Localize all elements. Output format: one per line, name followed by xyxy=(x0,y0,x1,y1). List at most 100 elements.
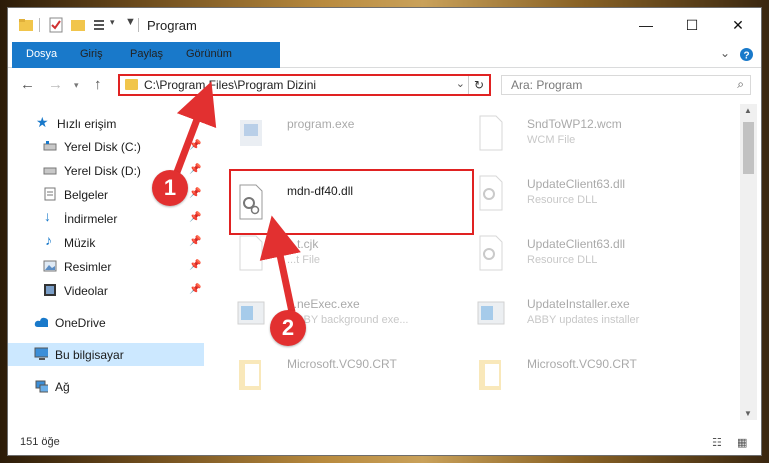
details-view-icon[interactable]: ☷ xyxy=(712,436,722,449)
list-item[interactable]: Microsoft.VC90.CRT xyxy=(455,350,695,400)
svg-text:?: ? xyxy=(743,51,749,62)
search-input[interactable]: Ara: Program ⌕ xyxy=(501,75,751,95)
divider xyxy=(138,18,139,32)
help-icon[interactable]: ? xyxy=(739,47,754,62)
refresh-icon[interactable]: ↻ xyxy=(468,76,489,94)
list-item[interactable]: Microsoft.VC90.CRT xyxy=(215,350,455,400)
pin-icon[interactable]: 📌 xyxy=(189,140,201,151)
sidebar-item-pictures[interactable]: Resimler 📌 xyxy=(8,255,204,278)
pin-icon[interactable]: 📌 xyxy=(189,212,201,223)
list-item[interactable]: ...neExec.exe ...BBY background exe... xyxy=(215,290,455,340)
chevron-down-icon[interactable]: ▼ xyxy=(125,16,136,28)
pin-icon[interactable]: 📌 xyxy=(189,284,201,295)
vertical-scrollbar[interactable]: ▲ ▼ xyxy=(740,104,757,420)
list-item[interactable]: UpdateClient63.dll Resource DLL xyxy=(455,230,695,280)
file-name: UpdateInstaller.exe xyxy=(527,297,630,311)
list-item[interactable]: ...t.cjk ...t File xyxy=(215,230,455,280)
file-name: Microsoft.VC90.CRT xyxy=(527,357,637,371)
drive-icon xyxy=(43,167,57,175)
list-item[interactable]: SndToWP12.wcm WCM File xyxy=(455,110,695,160)
file-type: Resource DLL xyxy=(527,254,598,266)
scrollbar-thumb[interactable] xyxy=(743,122,754,174)
sidebar-item-local-disk-c[interactable]: Yerel Disk (C:) 📌 xyxy=(8,135,204,158)
pin-icon[interactable]: 📌 xyxy=(189,260,201,271)
exe-icon xyxy=(240,120,262,146)
chevron-down-icon[interactable]: ⌄ xyxy=(456,77,465,90)
tab-share[interactable]: Paylaş xyxy=(120,42,173,67)
music-icon: ♪ xyxy=(45,232,52,248)
large-icons-view-icon[interactable]: ▦ xyxy=(737,436,747,449)
cloud-icon xyxy=(34,317,48,327)
sidebar-item-onedrive[interactable]: OneDrive xyxy=(8,311,204,334)
recent-dropdown-icon[interactable]: ▾ xyxy=(74,80,79,91)
status-bar: 151 öğe ☷ ▦ xyxy=(8,431,761,455)
address-bar[interactable]: C:\Program Files\Program Dizini ⌄ ↻ xyxy=(118,74,491,96)
star-icon: ★ xyxy=(36,114,49,130)
list-item[interactable]: UpdateInstaller.exe ABBY updates install… xyxy=(455,290,695,340)
exe-icon xyxy=(477,301,505,325)
item-count: 151 öğe xyxy=(20,436,60,448)
sidebar-item-label: OneDrive xyxy=(55,316,106,330)
minimize-button[interactable]: — xyxy=(623,8,669,42)
sidebar-item-this-pc[interactable]: Bu bilgisayar xyxy=(8,343,204,366)
highlight-box xyxy=(229,169,474,235)
address-bar-row: ← → ▾ ↑ C:\Program Files\Program Dizini … xyxy=(8,68,761,102)
up-arrow-icon[interactable]: ↑ xyxy=(94,76,102,93)
sidebar-item-label: Bu bilgisayar xyxy=(55,348,124,362)
sidebar-item-downloads[interactable]: ↓ İndirmeler 📌 xyxy=(8,207,204,230)
chevron-down-icon[interactable]: ⌄ xyxy=(720,46,730,60)
sidebar-item-label: Yerel Disk (D:) xyxy=(64,164,141,178)
file-name: ...t.cjk xyxy=(287,237,319,251)
file-name: Microsoft.VC90.CRT xyxy=(287,357,397,371)
properties-icon[interactable] xyxy=(48,17,64,33)
list-item[interactable]: program.exe xyxy=(215,110,455,160)
file-icon xyxy=(239,235,263,271)
dll-icon xyxy=(479,235,503,271)
search-icon: ⌕ xyxy=(737,77,744,91)
file-name: UpdateClient63.dll xyxy=(527,237,626,251)
navigation-pane: ★ Hızlı erişim Yerel Disk (C:) 📌 Yerel D… xyxy=(8,104,204,420)
file-name: ...neExec.exe xyxy=(287,297,360,311)
forward-arrow-icon[interactable]: → xyxy=(48,76,63,93)
ribbon-tabs: Dosya Giriş Paylaş Görünüm ⌄ ? xyxy=(8,42,761,92)
dll-icon xyxy=(479,175,503,211)
tab-view[interactable]: Görünüm xyxy=(176,42,242,67)
sidebar-item-label: Belgeler xyxy=(64,188,109,202)
pin-icon[interactable]: 📌 xyxy=(189,188,201,199)
maximize-button[interactable]: ☐ xyxy=(669,8,715,42)
network-icon xyxy=(35,380,48,393)
sidebar-item-music[interactable]: ♪ Müzik 📌 xyxy=(8,231,204,254)
sidebar-item-network[interactable]: Ağ xyxy=(8,375,204,398)
callout-1: 1 xyxy=(152,170,188,206)
divider xyxy=(39,18,40,32)
back-arrow-icon[interactable]: ← xyxy=(20,76,35,93)
title-bar: ▾ ▼ Program — ☐ ✕ xyxy=(8,8,761,42)
maximize-icon: ☐ xyxy=(685,16,699,33)
sidebar-item-label: Müzik xyxy=(64,236,96,250)
sidebar-item-label: Videolar xyxy=(64,284,108,298)
exe-icon xyxy=(237,301,265,325)
tab-home[interactable]: Giriş xyxy=(70,42,113,67)
pin-icon[interactable]: 📌 xyxy=(189,236,201,247)
list-item[interactable]: UpdateClient63.dll Resource DLL xyxy=(455,170,695,220)
customize-icon[interactable] xyxy=(92,17,108,33)
video-icon xyxy=(44,284,56,296)
pictures-icon xyxy=(43,260,57,272)
minimize-icon: — xyxy=(639,17,653,33)
address-path[interactable]: C:\Program Files\Program Dizini xyxy=(144,78,316,92)
folder-icon xyxy=(239,360,261,390)
folder-icon xyxy=(125,79,138,90)
sidebar-item-quick-access[interactable]: ★ Hızlı erişim xyxy=(8,112,204,135)
new-folder-icon[interactable] xyxy=(70,17,86,33)
scroll-down-icon[interactable]: ▼ xyxy=(744,409,752,418)
file-name: UpdateClient63.dll xyxy=(527,177,626,191)
quick-access-dropdown-icon[interactable]: ▾ xyxy=(110,17,115,28)
pin-icon[interactable]: 📌 xyxy=(189,164,201,175)
sidebar-item-label: Yerel Disk (C:) xyxy=(64,140,141,154)
sidebar-item-videos[interactable]: Videolar 📌 xyxy=(8,279,204,302)
file-list: program.exe SndToWP12.wcm WCM File mdn-d… xyxy=(215,104,740,420)
file-type: ...t File xyxy=(287,254,321,266)
close-button[interactable]: ✕ xyxy=(715,8,761,42)
folder-icon xyxy=(479,360,501,390)
scroll-up-icon[interactable]: ▲ xyxy=(744,106,752,115)
